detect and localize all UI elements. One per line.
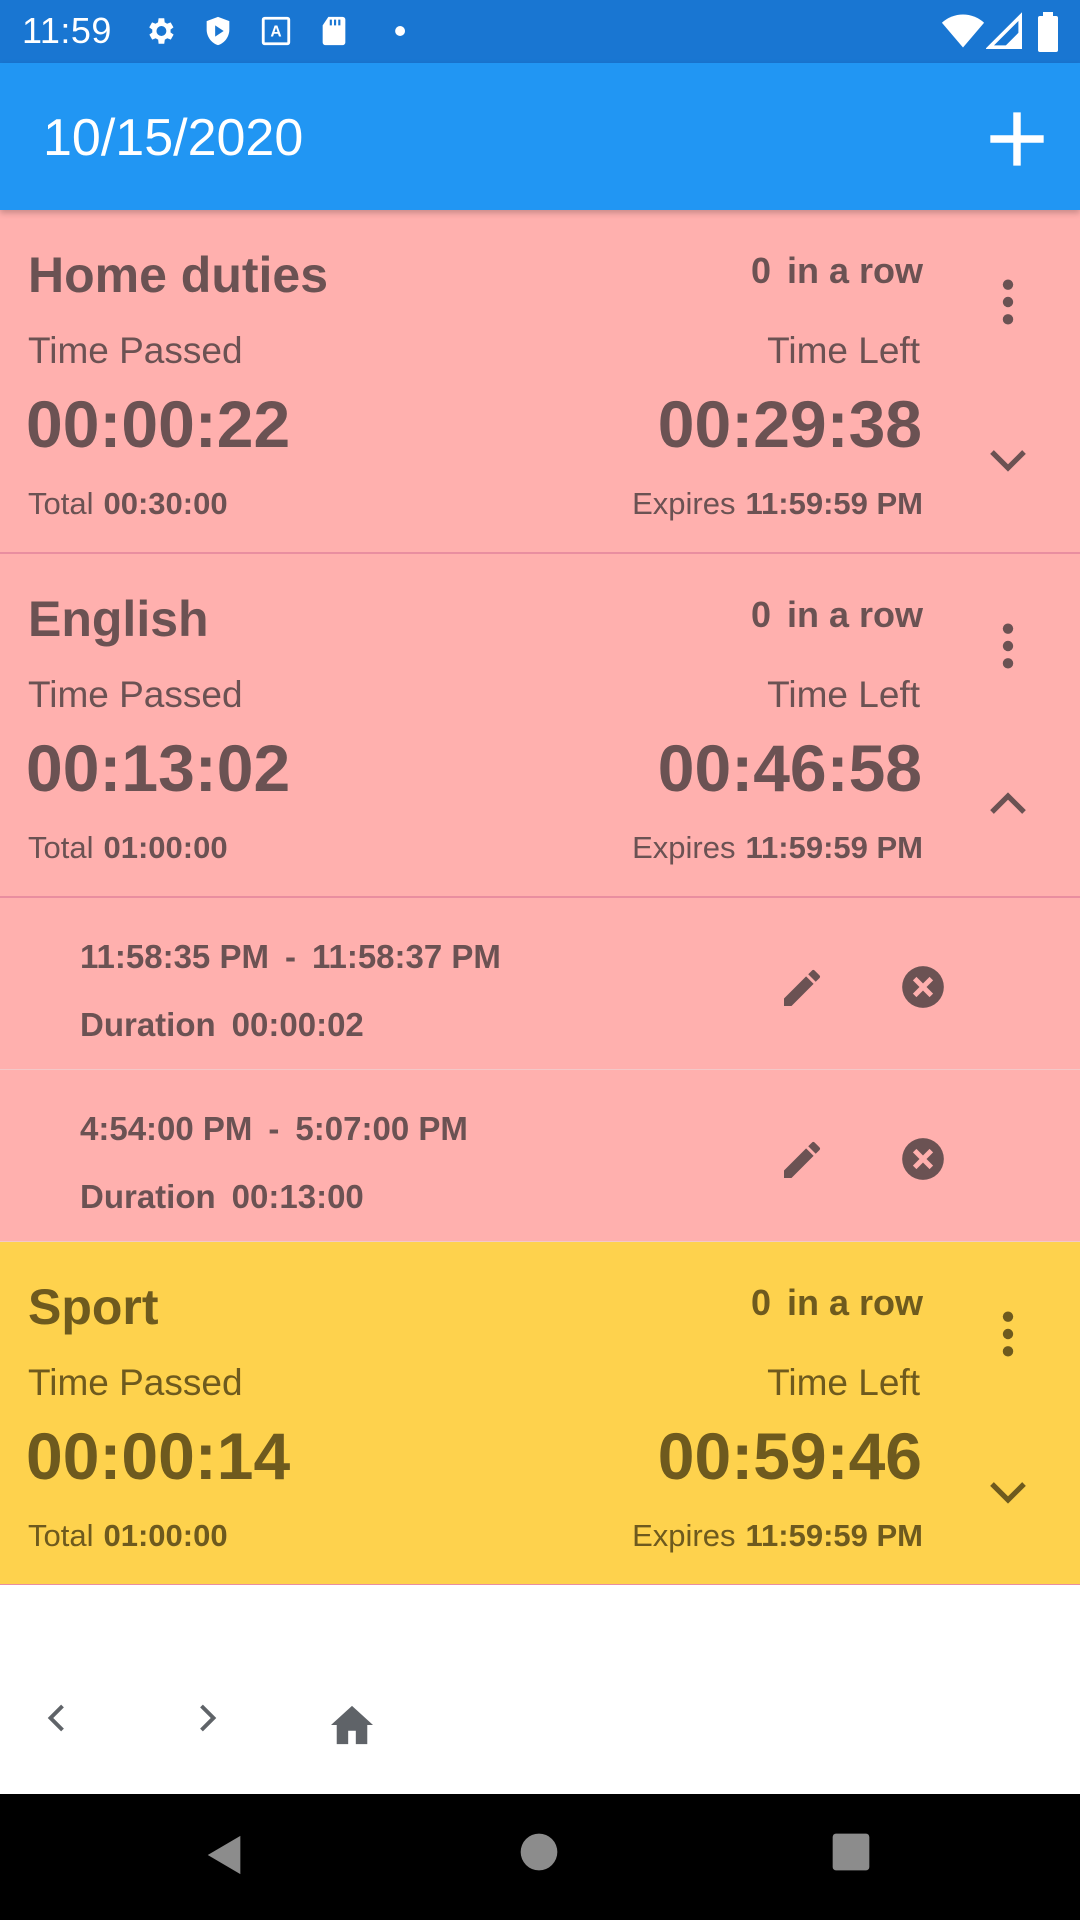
status-time: 11:59 <box>22 10 112 51</box>
home-icon[interactable] <box>329 1704 375 1746</box>
cell-signal-icon <box>986 12 1022 49</box>
expires: Expires 11:59:59 PM <box>632 830 923 866</box>
home-circle-icon[interactable] <box>519 1832 559 1872</box>
chevron-left-icon[interactable] <box>40 1700 76 1736</box>
total-label: Total <box>28 830 94 865</box>
time-left-value: 00:46:58 <box>657 731 922 805</box>
total: Total 01:00:00 <box>28 1518 228 1554</box>
session-duration: Duration 00:13:00 <box>80 1178 364 1216</box>
time-passed-label: Time Passed <box>28 1362 243 1403</box>
svg-text:A: A <box>270 24 281 41</box>
streak-label: in a row <box>786 594 923 635</box>
sd-card-icon <box>322 16 346 46</box>
time-passed-value: 00:00:14 <box>26 1419 291 1493</box>
streak: 0 in a row <box>751 250 923 292</box>
expires-value: 11:59:59 PM <box>745 486 924 521</box>
session-row: 11:58:35 PM -11:58:37 PM Duration 00:00:02 <box>0 898 1080 1070</box>
battery-icon <box>1038 12 1058 52</box>
session-end: 5:07:00 PM <box>295 1110 468 1147</box>
system-nav-bar <box>0 1794 1080 1920</box>
task-name: English <box>28 591 209 647</box>
chevron-right-icon[interactable] <box>188 1700 224 1736</box>
task-card[interactable]: Home duties 0 in a row Time Passed Time L… <box>0 210 1080 554</box>
pencil-icon[interactable] <box>778 1136 826 1184</box>
total-value: 01:00:00 <box>103 1518 228 1553</box>
chevron-down-icon[interactable] <box>984 444 1032 476</box>
total-label: Total <box>28 1518 94 1553</box>
time-left-value: 00:59:46 <box>657 1419 922 1493</box>
more-vert-icon[interactable] <box>990 276 1026 328</box>
expires-label: Expires <box>632 1518 736 1553</box>
plus-icon[interactable] <box>985 107 1049 171</box>
task-card[interactable]: English 0 in a row Time Passed Time Left … <box>0 554 1080 898</box>
session-range: 4:54:00 PM -5:07:00 PM <box>80 1110 468 1148</box>
recents-icon[interactable] <box>831 1832 871 1872</box>
time-passed-label: Time Passed <box>28 674 243 715</box>
bottom-nav <box>0 1585 1080 1794</box>
session-end: 11:58:37 PM <box>311 938 501 975</box>
duration-label: Duration <box>80 1178 216 1215</box>
streak-count: 0 <box>750 250 771 291</box>
session-separator: - <box>268 1110 280 1147</box>
streak-label: in a row <box>786 1282 923 1323</box>
font-icon: A <box>261 16 291 46</box>
pencil-icon[interactable] <box>778 964 826 1012</box>
streak: 0 in a row <box>751 1282 923 1324</box>
expires-label: Expires <box>632 486 736 521</box>
dot-icon <box>395 26 406 36</box>
streak-label: in a row <box>786 250 923 291</box>
expires-label: Expires <box>632 830 736 865</box>
session-separator: - <box>284 938 296 975</box>
duration-value: 00:00:02 <box>231 1006 364 1043</box>
more-vert-icon[interactable] <box>990 1308 1026 1360</box>
session-start: 4:54:00 PM <box>80 1110 253 1147</box>
close-circle-icon[interactable] <box>898 1134 948 1184</box>
time-passed-label: Time Passed <box>28 330 243 371</box>
expires: Expires 11:59:59 PM <box>632 486 923 522</box>
expires-value: 11:59:59 PM <box>745 830 924 865</box>
duration-label: Duration <box>80 1006 216 1043</box>
total: Total 00:30:00 <box>28 486 228 522</box>
chevron-up-icon[interactable] <box>984 788 1032 820</box>
close-circle-icon[interactable] <box>898 962 948 1012</box>
time-left-label: Time Left <box>767 1362 920 1403</box>
time-left-label: Time Left <box>767 674 920 715</box>
total: Total 01:00:00 <box>28 830 228 866</box>
chevron-down-icon[interactable] <box>984 1476 1032 1508</box>
task-list: Home duties 0 in a row Time Passed Time L… <box>0 210 1080 1586</box>
total-label: Total <box>28 486 94 521</box>
task-card[interactable]: Sport 0 in a row Time Passed Time Left 00… <box>0 1242 1080 1586</box>
time-passed-value: 00:00:22 <box>26 387 291 461</box>
shield-icon <box>206 16 230 46</box>
current-date[interactable]: 10/15/2020 <box>43 108 303 168</box>
session-start: 11:58:35 PM <box>80 938 269 975</box>
time-passed-value: 00:13:02 <box>26 731 291 805</box>
session-row: 4:54:00 PM -5:07:00 PM Duration 00:13:00 <box>0 1070 1080 1242</box>
time-left-label: Time Left <box>767 330 920 371</box>
more-vert-icon[interactable] <box>990 620 1026 672</box>
task-name: Sport <box>28 1279 159 1335</box>
back-icon[interactable] <box>202 1832 248 1878</box>
total-value: 00:30:00 <box>103 486 228 521</box>
app-bar: 10/15/2020 <box>0 63 1080 210</box>
gear-icon <box>149 18 174 44</box>
streak: 0 in a row <box>751 594 923 636</box>
streak-count: 0 <box>750 594 771 635</box>
wifi-icon <box>941 14 985 48</box>
time-left-value: 00:29:38 <box>657 387 922 461</box>
streak-count: 0 <box>750 1282 771 1323</box>
session-range: 11:58:35 PM -11:58:37 PM <box>80 938 501 976</box>
total-value: 01:00:00 <box>103 830 228 865</box>
expires-value: 11:59:59 PM <box>745 1518 924 1553</box>
session-duration: Duration 00:00:02 <box>80 1006 364 1044</box>
task-name: Home duties <box>28 247 329 303</box>
status-bar: 11:59 A <box>0 0 1080 63</box>
duration-value: 00:13:00 <box>231 1178 364 1215</box>
expires: Expires 11:59:59 PM <box>632 1518 923 1554</box>
